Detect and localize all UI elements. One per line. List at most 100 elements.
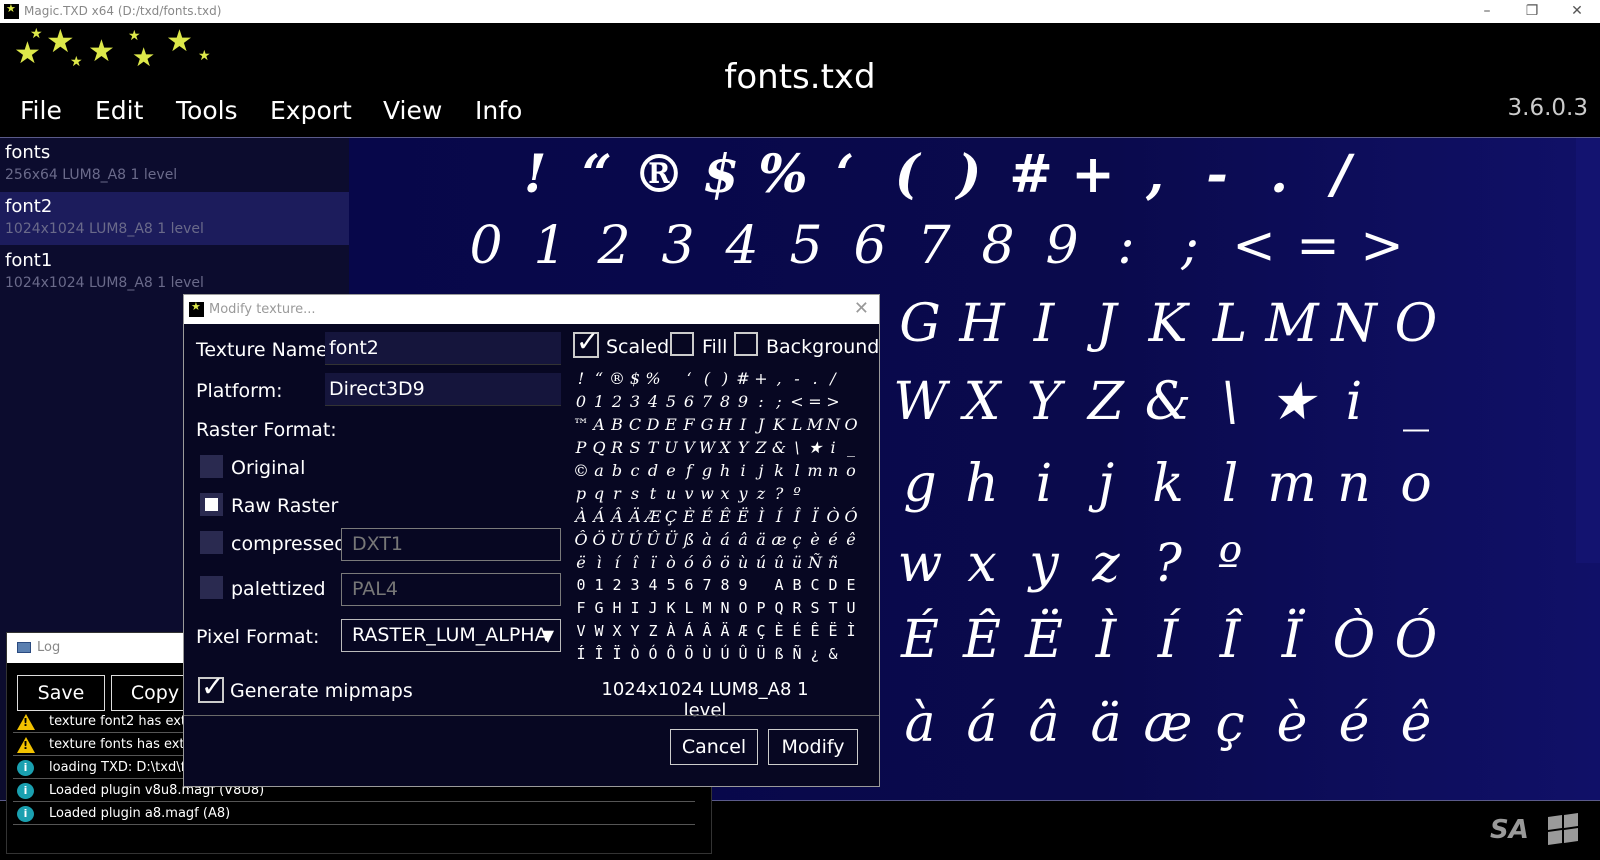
thumbnail-glyph: F bbox=[576, 599, 586, 617]
thumbnail-glyph: H bbox=[718, 415, 732, 434]
thumbnail-glyph: 5 bbox=[665, 392, 677, 411]
thumbnail-glyph: h bbox=[719, 461, 731, 480]
thumbnail-glyph: U bbox=[664, 438, 678, 457]
thumbnail-glyph: 1 bbox=[594, 576, 604, 594]
thumbnail-glyph: Æ bbox=[738, 622, 748, 640]
warning-icon bbox=[17, 714, 35, 730]
glyph-row: w x y z? º bbox=[889, 534, 1261, 594]
log-entry[interactable]: i Loaded plugin a8.magf (A8) bbox=[13, 803, 695, 825]
glyph: & bbox=[1144, 372, 1192, 432]
thumbnail-glyph: I bbox=[630, 599, 640, 617]
thumbnail-glyph: D bbox=[828, 576, 838, 594]
dropdown-arrow-icon: ▼ bbox=[541, 626, 554, 645]
texture-name: font1 bbox=[5, 250, 53, 271]
fill-checkbox[interactable] bbox=[670, 332, 694, 356]
minimize-icon[interactable]: – bbox=[1465, 1, 1509, 22]
thumbnail-glyph: H bbox=[612, 599, 622, 617]
glyph: % bbox=[758, 144, 808, 205]
glyph: 0 bbox=[469, 216, 503, 276]
menu-edit[interactable]: Edit bbox=[95, 96, 143, 125]
platform-field[interactable]: Direct3D9 bbox=[325, 373, 561, 406]
window-titlebar[interactable]: Magic.TXD x64 (D:/txd/fonts.txd) – ❐ ✕ bbox=[0, 0, 1600, 23]
thumbnail-glyph: 2 bbox=[612, 576, 622, 594]
dialog-titlebar[interactable]: Modify texture... ✕ bbox=[184, 295, 879, 324]
glyph: 1 bbox=[533, 216, 567, 276]
thumbnail-glyph: ò bbox=[666, 553, 676, 572]
glyph: Ó bbox=[1394, 610, 1438, 670]
menu-info[interactable]: Info bbox=[475, 96, 522, 125]
thumbnail-glyph-row: P Q R S T U V W X Y Z & \ ★ i _ bbox=[572, 438, 864, 457]
menu-view[interactable]: View bbox=[383, 96, 442, 125]
compressed-radio[interactable] bbox=[200, 531, 223, 554]
palette-format-select[interactable]: PAL4 bbox=[341, 573, 561, 606]
glyph: Ï bbox=[1281, 610, 1303, 670]
thumbnail-glyph: $ bbox=[629, 369, 641, 388]
thumbnail-glyph: Q bbox=[592, 438, 606, 457]
texture-item-fonts[interactable]: fonts 256x64 LUM8_A8 1 level bbox=[0, 138, 349, 191]
modify-button[interactable]: Modify bbox=[768, 729, 858, 765]
thumbnail-glyph: s bbox=[630, 484, 640, 503]
texture-name: fonts bbox=[5, 142, 51, 163]
background-checkbox[interactable] bbox=[734, 332, 758, 356]
compressed-format-select[interactable]: DXT1 bbox=[341, 528, 561, 561]
close-icon[interactable]: ✕ bbox=[854, 298, 869, 319]
thumbnail-glyph: Ç bbox=[664, 507, 678, 526]
glyph: H bbox=[959, 294, 1005, 354]
thumbnail-glyph: ß bbox=[683, 530, 695, 549]
thumbnail-glyph: Î bbox=[793, 507, 801, 526]
thumbnail-glyph: 8 bbox=[720, 576, 730, 594]
thumbnail-glyph: ú bbox=[755, 553, 767, 572]
scaled-checkbox[interactable] bbox=[573, 325, 599, 358]
glyph: I bbox=[1033, 294, 1055, 354]
pixel-format-select[interactable]: RASTER_LUM_ALPHA ▼ bbox=[341, 619, 561, 652]
raw-raster-radio[interactable] bbox=[200, 493, 223, 516]
log-save-button[interactable]: Save bbox=[17, 675, 105, 711]
thumbnail-glyph: Ó bbox=[648, 645, 658, 663]
glyph: \ bbox=[1221, 372, 1239, 432]
raster-format-label: Raster Format: bbox=[196, 419, 337, 441]
texture-name-input[interactable]: font2 bbox=[325, 332, 561, 365]
menu-export[interactable]: Export bbox=[270, 96, 352, 125]
thumbnail-glyph: T bbox=[828, 599, 838, 617]
glyph: G bbox=[899, 294, 941, 354]
glyph: á bbox=[966, 694, 998, 754]
thumbnail-glyph: Á bbox=[684, 622, 694, 640]
thumbnail-glyph: O bbox=[738, 599, 748, 617]
thumbnail-glyph: - bbox=[794, 369, 800, 388]
texture-info: 256x64 LUM8_A8 1 level bbox=[5, 167, 178, 183]
texture-item-font1[interactable]: font1 1024x1024 LUM8_A8 1 level bbox=[0, 246, 349, 299]
thumbnail-glyph: Ò bbox=[630, 645, 640, 663]
thumbnail-glyph: E bbox=[665, 415, 677, 434]
cancel-button[interactable]: Cancel bbox=[670, 729, 758, 765]
thumbnail-glyph: Æ bbox=[644, 507, 661, 526]
thumbnail-glyph: t bbox=[649, 484, 657, 503]
thumbnail-glyph: È bbox=[683, 507, 695, 526]
original-radio[interactable] bbox=[200, 455, 223, 478]
info-icon: i bbox=[17, 760, 34, 776]
thumbnail-glyph: X bbox=[612, 622, 622, 640]
thumbnail-glyph: V bbox=[576, 622, 586, 640]
generate-mipmaps-checkbox[interactable] bbox=[198, 670, 224, 703]
texture-item-font2[interactable]: font2 1024x1024 LUM8_A8 1 level bbox=[0, 192, 349, 245]
menu-file[interactable]: File bbox=[20, 96, 62, 125]
glyph: h bbox=[965, 454, 999, 514]
thumbnail-glyph: N bbox=[720, 599, 730, 617]
glyph: Í bbox=[1157, 610, 1179, 670]
thumbnail-glyph: 9 bbox=[737, 392, 749, 411]
menu-tools[interactable]: Tools bbox=[176, 96, 238, 125]
glyph: , bbox=[1145, 144, 1165, 205]
thumbnail-glyph: Ê bbox=[719, 507, 731, 526]
palettized-radio[interactable] bbox=[200, 576, 223, 599]
thumbnail-glyph-row: ÔÖÙÚÛÜßàáâäæçèéê bbox=[572, 530, 864, 549]
star-icon: ★ bbox=[128, 28, 141, 44]
restore-icon[interactable]: ❐ bbox=[1510, 1, 1554, 22]
thumbnail-glyph: 9 bbox=[738, 576, 748, 594]
glyph: à bbox=[904, 694, 936, 754]
glyph: i bbox=[1345, 372, 1363, 432]
thumbnail-glyph: Â bbox=[702, 622, 712, 640]
thumbnail-glyph: A bbox=[593, 415, 605, 434]
glyph: k bbox=[1152, 454, 1184, 514]
thumbnail-glyph: Ù bbox=[610, 530, 624, 549]
thumbnail-glyph: 3 bbox=[630, 576, 640, 594]
close-icon[interactable]: ✕ bbox=[1555, 1, 1599, 22]
